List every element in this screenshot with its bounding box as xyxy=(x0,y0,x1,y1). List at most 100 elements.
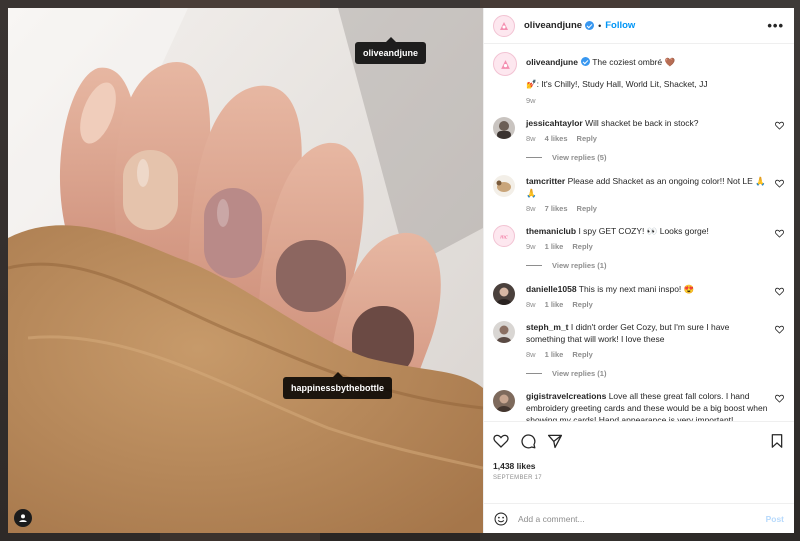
view-replies-label: View replies (5) xyxy=(552,153,607,162)
commenter-avatar[interactable]: mc xyxy=(493,225,515,247)
caption-body: oliveandjune The coziest ombré 🤎 💅: It's… xyxy=(526,52,784,105)
share-icon[interactable] xyxy=(547,433,563,449)
comment-icon[interactable] xyxy=(520,433,536,449)
author-username[interactable]: oliveandjune xyxy=(524,20,582,31)
comment-username[interactable]: danielle1058 xyxy=(526,284,577,294)
post-photo[interactable]: oliveandjune happinessbythebottle xyxy=(8,8,483,533)
verified-icon xyxy=(580,57,590,66)
commenter-avatar[interactable] xyxy=(493,117,515,139)
heart-icon[interactable] xyxy=(775,179,784,188)
heart-icon[interactable] xyxy=(775,121,784,130)
comment-username[interactable]: gigistravelcreations xyxy=(526,391,606,401)
comment-body: jessicahtaylor Will shacket be back in s… xyxy=(526,117,784,162)
post-actions: 1,438 likes SEPTEMBER 17 xyxy=(484,421,794,503)
comment-time: 8w xyxy=(526,350,536,359)
comment-avatar-wrap xyxy=(493,117,517,162)
divider xyxy=(526,265,542,266)
comment-likes[interactable]: 1 like xyxy=(545,300,564,309)
comment-item: gigistravelcreations Love all these grea… xyxy=(493,390,784,421)
heart-icon[interactable] xyxy=(775,394,784,403)
nails-photo xyxy=(8,8,483,533)
comment-username[interactable]: jessicahtaylor xyxy=(526,118,583,128)
likes-count[interactable]: 1,438 likes xyxy=(493,461,784,471)
bookmark-icon[interactable] xyxy=(770,433,784,449)
comment-body: steph_m_t I didn't order Get Cozy, but I… xyxy=(526,321,784,378)
caption-text: The coziest ombré 🤎 xyxy=(592,57,676,67)
comment-item: mc themaniclub I spy GET COZY! 👀 Looks g… xyxy=(493,225,784,270)
comment-text-line: steph_m_t I didn't order Get Cozy, but I… xyxy=(526,321,768,345)
svg-text:mc: mc xyxy=(500,234,508,241)
comment-username[interactable]: themaniclub xyxy=(526,226,576,236)
caption-polish-list: 💅: It's Chilly!, Study Hall, World Lit, … xyxy=(526,79,708,89)
view-replies-label: View replies (1) xyxy=(552,369,607,378)
commenter-avatar[interactable] xyxy=(493,175,515,197)
post-modal: oliveandjune happinessbythebottle olivea… xyxy=(8,8,794,533)
comment-meta: 9w 1 like Reply xyxy=(526,242,768,251)
photo-tag[interactable]: happinessbythebottle xyxy=(283,372,393,399)
comment-item: danielle1058 This is my next mani inspo!… xyxy=(493,283,784,309)
commenter-avatar[interactable] xyxy=(493,321,515,343)
reply-button[interactable]: Reply xyxy=(577,134,597,143)
reply-button[interactable]: Reply xyxy=(572,300,592,309)
caption: oliveandjune The coziest ombré 🤎 💅: It's… xyxy=(493,52,784,105)
view-replies-button[interactable]: View replies (1) xyxy=(526,369,768,378)
caption-line: oliveandjune The coziest ombré 🤎 xyxy=(526,56,768,68)
emoji-icon[interactable] xyxy=(494,512,508,526)
comment-text-line: tamcritter Please add Shacket as an ongo… xyxy=(526,175,768,199)
comment-meta: 8w 7 likes Reply xyxy=(526,204,768,213)
comment-body: themaniclub I spy GET COZY! 👀 Looks gorg… xyxy=(526,225,784,270)
author-avatar[interactable] xyxy=(493,52,517,76)
user-tag-icon[interactable] xyxy=(14,509,32,527)
comment-avatar-wrap xyxy=(493,175,517,213)
follow-button[interactable]: Follow xyxy=(605,20,635,31)
comment-username[interactable]: steph_m_t xyxy=(526,322,569,332)
heart-icon[interactable] xyxy=(493,433,509,449)
heart-icon[interactable] xyxy=(775,229,784,238)
comment-meta: 8w 1 like Reply xyxy=(526,300,768,309)
caption-username[interactable]: oliveandjune xyxy=(526,57,578,67)
comment-text: This is my next mani inspo! 😍 xyxy=(578,284,695,294)
heart-icon[interactable] xyxy=(775,287,784,296)
comment-meta: 8w 4 likes Reply xyxy=(526,134,768,143)
view-replies-label: View replies (1) xyxy=(552,261,607,270)
commenter-avatar[interactable] xyxy=(493,283,515,305)
view-replies-button[interactable]: View replies (5) xyxy=(526,153,768,162)
comment-body: danielle1058 This is my next mani inspo!… xyxy=(526,283,784,309)
reply-button[interactable]: Reply xyxy=(577,204,597,213)
comment-text: Will shacket be back in stock? xyxy=(585,118,699,128)
comment-likes[interactable]: 1 like xyxy=(545,350,564,359)
post-comment-button[interactable]: Post xyxy=(766,514,784,524)
reply-button[interactable]: Reply xyxy=(572,350,592,359)
comment-text-line: themaniclub I spy GET COZY! 👀 Looks gorg… xyxy=(526,225,768,237)
divider xyxy=(526,157,542,158)
separator-dot: • xyxy=(598,20,602,31)
caption-time: 9w xyxy=(526,96,536,105)
more-icon[interactable]: ••• xyxy=(767,18,784,33)
comment-text-line: gigistravelcreations Love all these grea… xyxy=(526,390,768,421)
comment-likes[interactable]: 7 likes xyxy=(545,204,568,213)
author-avatar[interactable] xyxy=(493,14,515,37)
commenter-avatar[interactable] xyxy=(493,390,515,412)
divider xyxy=(526,373,542,374)
comment-likes[interactable]: 4 likes xyxy=(545,134,568,143)
comment-time: 8w xyxy=(526,204,536,213)
add-comment-bar: Post xyxy=(484,503,794,533)
comments-list[interactable]: oliveandjune The coziest ombré 🤎 💅: It's… xyxy=(484,44,794,421)
verified-icon xyxy=(585,21,595,30)
comment-text: I spy GET COZY! 👀 Looks gorge! xyxy=(578,226,709,236)
comment-item: tamcritter Please add Shacket as an ongo… xyxy=(493,175,784,213)
post-header: oliveandjune • Follow ••• xyxy=(484,8,794,44)
comment-text-line: jessicahtaylor Will shacket be back in s… xyxy=(526,117,768,129)
comment-time: 9w xyxy=(526,242,536,251)
comment-body: tamcritter Please add Shacket as an ongo… xyxy=(526,175,784,213)
comment-username[interactable]: tamcritter xyxy=(526,176,565,186)
comment-likes[interactable]: 1 like xyxy=(545,242,564,251)
heart-icon[interactable] xyxy=(775,325,784,334)
photo-tag[interactable]: oliveandjune xyxy=(355,37,427,64)
comment-input[interactable] xyxy=(518,513,766,524)
action-icons xyxy=(493,432,784,450)
view-replies-button[interactable]: View replies (1) xyxy=(526,261,768,270)
reply-button[interactable]: Reply xyxy=(572,242,592,251)
comment-time: 8w xyxy=(526,134,536,143)
post-date: SEPTEMBER 17 xyxy=(493,475,542,481)
